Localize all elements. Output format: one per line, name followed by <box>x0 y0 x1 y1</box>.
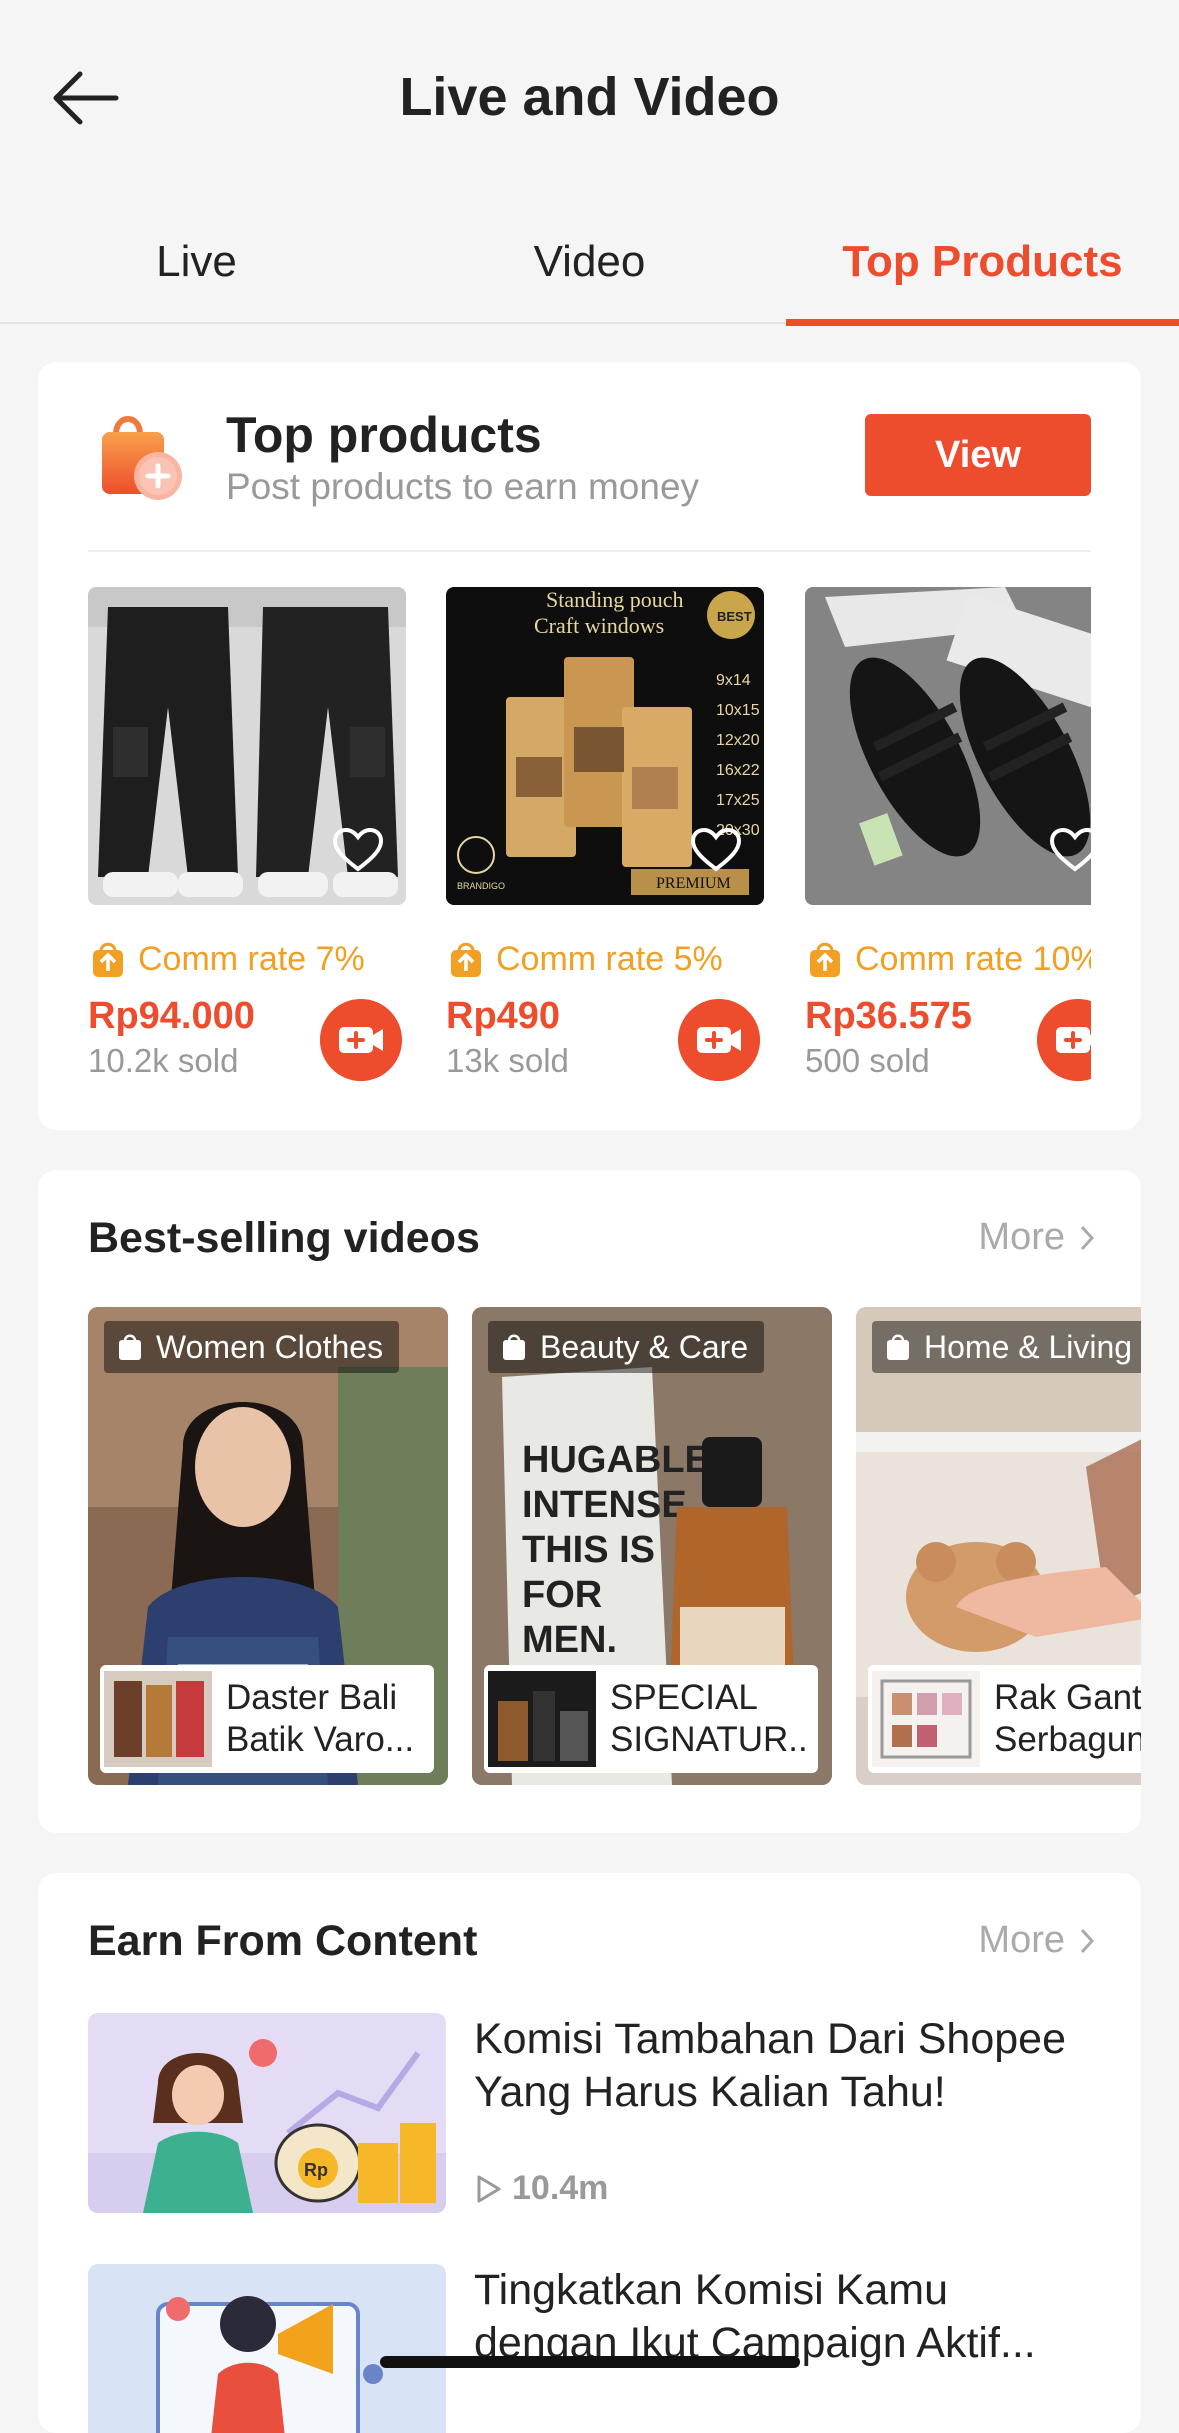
video-product-chip[interactable]: Daster Bali Batik Varo... <box>100 1665 434 1773</box>
product-thumbnail <box>104 1671 212 1767</box>
svg-text:12x20: 12x20 <box>716 732 760 749</box>
more-link[interactable]: More <box>978 1216 1095 1259</box>
svg-text:10x15: 10x15 <box>716 702 760 719</box>
play-icon <box>477 2175 501 2202</box>
shopping-bag-icon <box>503 1334 525 1360</box>
tab-bar: Live Video Top Products <box>0 200 1179 326</box>
content-thumbnail <box>88 2264 446 2433</box>
top-products-title: Top products <box>226 407 542 463</box>
svg-text:17x25: 17x25 <box>716 792 760 809</box>
category-tag: Beauty & Care <box>488 1321 765 1373</box>
product-price: Rp490 <box>446 995 561 1037</box>
product-price: Rp36.575 <box>805 995 972 1037</box>
video-product-chip[interactable]: Rak Gantu Serbagun <box>868 1665 1141 1773</box>
product-sold-count: 10.2k sold <box>88 1042 239 1079</box>
svg-text:FOR: FOR <box>522 1574 602 1616</box>
shopping-bag-icon <box>887 1334 909 1360</box>
more-link[interactable]: More <box>978 1919 1095 1962</box>
svg-text:BRANDIGO: BRANDIGO <box>457 881 505 891</box>
section-title: Best-selling videos <box>88 1214 480 1262</box>
content-thumbnail: Rp <box>88 2013 446 2213</box>
add-video-icon[interactable] <box>678 999 760 1081</box>
product-card[interactable]: Comm rate 10% Rp36.575 500 sold <box>805 587 1091 1107</box>
category-tag: Women Clothes <box>104 1321 400 1373</box>
svg-text:INTENSE: INTENSE <box>522 1484 687 1526</box>
category-tag: Home & Living <box>872 1321 1141 1373</box>
video-card[interactable]: HUGABLE INTENSE THIS IS FOR MEN. Beauty … <box>472 1307 832 1785</box>
svg-text:Craft windows: Craft windows <box>534 613 664 638</box>
svg-text:HUGABLE: HUGABLE <box>522 1439 710 1481</box>
svg-text:BEST: BEST <box>717 609 752 624</box>
heart-icon[interactable] <box>690 827 742 873</box>
content-item[interactable]: Tingkatkan Komisi Kamu dengan Ikut Campa… <box>88 2264 1091 2433</box>
svg-text:16x22: 16x22 <box>716 762 760 779</box>
video-product-chip[interactable]: SPECIAL SIGNATUR... <box>484 1665 818 1773</box>
home-indicator <box>380 2356 800 2368</box>
product-carousel[interactable]: Comm rate 7% Rp94.000 10.2k sold Standin… <box>88 587 1091 1107</box>
heart-icon[interactable] <box>332 827 384 873</box>
video-carousel[interactable]: Women Clothes Daster Bali Batik Varo... … <box>88 1307 1141 1785</box>
commission-rate: Comm rate 5% <box>446 937 723 981</box>
commission-icon <box>451 942 481 977</box>
commission-rate: Comm rate 7% <box>88 937 365 981</box>
best-selling-videos-card: Best-selling videos More Women Clothes D… <box>38 1170 1141 1833</box>
shopping-bag-icon <box>119 1334 141 1360</box>
video-card[interactable]: Home & Living Rak Gantu Serbagun <box>856 1307 1141 1785</box>
video-card[interactable]: Women Clothes Daster Bali Batik Varo... <box>88 1307 448 1785</box>
svg-text:PREMIUM: PREMIUM <box>656 875 731 892</box>
commission-rate: Comm rate 10% <box>805 937 1091 981</box>
svg-text:MEN.: MEN. <box>522 1619 617 1661</box>
svg-text:Standing pouch: Standing pouch <box>546 587 684 612</box>
app-header: Live and Video <box>0 0 1179 195</box>
product-sold-count: 13k sold <box>446 1042 569 1079</box>
content-item[interactable]: Rp Komisi Tambahan Dari Shopee Yang Haru… <box>88 2013 1091 2213</box>
svg-text:9x14: 9x14 <box>716 672 751 689</box>
chevron-right-icon <box>1080 1225 1095 1250</box>
product-price: Rp94.000 <box>88 995 255 1037</box>
content-title: Komisi Tambahan Dari Shopee Yang Harus K… <box>474 2015 1066 2116</box>
video-product-name: Daster Bali Batik Varo... <box>226 1678 415 1759</box>
product-thumbnail <box>488 1671 596 1767</box>
video-product-name: SPECIAL SIGNATUR... <box>610 1678 810 1759</box>
top-products-subtitle: Post products to earn money <box>226 466 700 507</box>
divider <box>88 550 1091 552</box>
view-count: 10.4m <box>474 2169 608 2208</box>
shopping-bag-icon <box>102 416 182 500</box>
page-title: Live and Video <box>399 67 780 127</box>
svg-text:THIS IS: THIS IS <box>522 1529 655 1571</box>
view-button[interactable]: View <box>865 414 1091 496</box>
tab-top-products[interactable]: Top Products <box>786 200 1179 326</box>
product-thumbnail <box>872 1671 980 1767</box>
content-title: Tingkatkan Komisi Kamu dengan Ikut Campa… <box>474 2266 1036 2367</box>
product-card[interactable]: Comm rate 7% Rp94.000 10.2k sold <box>88 587 406 1107</box>
product-card[interactable]: Standing pouch Craft windows BEST 9x14 1… <box>446 587 764 1107</box>
tab-video[interactable]: Video <box>393 200 786 324</box>
earn-from-content-card: Earn From Content More Rp Komisi Tambaha… <box>38 1873 1141 2433</box>
svg-text:Rp: Rp <box>304 2160 328 2180</box>
add-video-icon[interactable] <box>320 999 402 1081</box>
add-video-icon[interactable] <box>1037 999 1091 1081</box>
commission-icon <box>93 942 123 977</box>
commission-icon <box>810 942 840 977</box>
video-product-name: Rak Gantu Serbagun <box>994 1678 1141 1759</box>
heart-icon[interactable] <box>1049 827 1091 873</box>
section-title: Earn From Content <box>88 1917 478 1965</box>
product-sold-count: 500 sold <box>805 1042 930 1079</box>
chevron-right-icon <box>1080 1928 1095 1953</box>
tab-live[interactable]: Live <box>0 200 393 324</box>
top-products-card: Top products Post products to earn money… <box>38 362 1141 1130</box>
